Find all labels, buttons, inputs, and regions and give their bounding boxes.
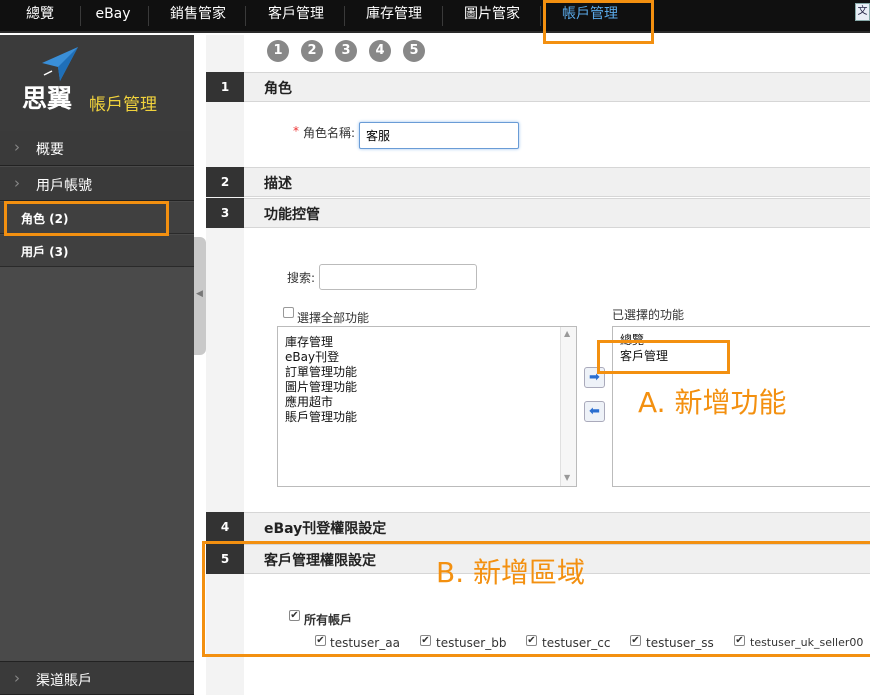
account-checkbox[interactable]: ✔ xyxy=(420,635,431,646)
sidebar-item-label: 渠道賬戶 xyxy=(36,673,92,689)
nav-separator xyxy=(80,6,81,26)
section-title: 描述 xyxy=(264,176,292,192)
all-accounts-label: 所有帳戶 xyxy=(304,613,353,627)
step-1[interactable]: 1 xyxy=(267,40,289,62)
list-item[interactable]: 賬戶管理功能 xyxy=(285,408,357,425)
sidebar-subitem-users[interactable]: 用戶 (3) xyxy=(0,235,194,267)
move-left-button[interactable]: ⬅ xyxy=(584,401,605,422)
step-4[interactable]: 4 xyxy=(369,40,391,62)
account-label: testuser_cc xyxy=(542,636,611,650)
sidebar-item-label: 概要 xyxy=(36,142,64,158)
section-description-header[interactable]: 2 描述 xyxy=(206,167,870,197)
role-name-label: 角色名稱: xyxy=(303,126,356,140)
search-label: 搜索: xyxy=(287,271,316,285)
annotation-b: B. 新增區域 xyxy=(436,556,586,589)
nav-customer-management[interactable]: 客戶管理 xyxy=(256,0,336,31)
logo-name: 思翼 xyxy=(22,84,73,113)
account-label: testuser_ss xyxy=(646,636,714,650)
translate-icon[interactable]: 文 xyxy=(855,3,870,21)
nav-separator xyxy=(540,6,541,26)
role-name-input[interactable] xyxy=(359,122,519,149)
list-scrollbar[interactable]: ▲ ▼ xyxy=(560,327,576,486)
section-title: 客戶管理權限設定 xyxy=(264,553,376,569)
logo-title: 帳戶管理 xyxy=(89,95,157,115)
section-ebay-permission-header[interactable]: 4 eBay刊登權限設定 xyxy=(206,512,870,542)
list-item[interactable]: 客戶管理 xyxy=(620,347,668,364)
chevron-right-icon: › xyxy=(14,669,20,687)
nav-inventory-management[interactable]: 庫存管理 xyxy=(354,0,434,31)
sidebar-subitem-label: 角色 (2) xyxy=(21,212,69,226)
sidebar-item-overview[interactable]: › 概要 xyxy=(0,131,194,166)
account-checkbox[interactable]: ✔ xyxy=(526,635,537,646)
section-number: 1 xyxy=(206,72,244,102)
collapse-left-icon: ◀ xyxy=(196,289,203,299)
account-label: testuser_aa xyxy=(330,636,400,650)
nav-separator xyxy=(148,6,149,26)
sidebar-item-channel-accounts[interactable]: › 渠道賬戶 xyxy=(0,661,194,695)
logo-area: 思翼 帳戶管理 xyxy=(0,35,194,131)
account-checkbox[interactable]: ✔ xyxy=(734,635,745,646)
search-input[interactable] xyxy=(319,264,477,290)
nav-sales-manager[interactable]: 銷售管家 xyxy=(158,0,238,31)
nav-image-manager[interactable]: 圖片管家 xyxy=(452,0,532,31)
section-title: 功能控管 xyxy=(264,207,320,223)
step-2[interactable]: 2 xyxy=(301,40,323,62)
sidebar-item-user-accounts[interactable]: › 用戶帳號 xyxy=(0,167,194,201)
sidebar-subitem-roles[interactable]: 角色 (2) xyxy=(0,202,194,234)
nav-separator xyxy=(245,6,246,26)
annotation-a: A. 新增功能 xyxy=(638,386,787,419)
arrow-left-icon: ⬅ xyxy=(589,404,600,419)
nav-separator xyxy=(344,6,345,26)
section-number: 2 xyxy=(206,167,244,197)
list-item[interactable]: 總覽 xyxy=(620,331,644,348)
scroll-down-icon[interactable]: ▼ xyxy=(564,473,570,482)
section-title: 角色 xyxy=(264,81,292,97)
nav-separator xyxy=(442,6,443,26)
account-label: testuser_bb xyxy=(436,636,507,650)
nav-account-management[interactable]: 帳戶管理 xyxy=(550,0,630,31)
section-title: eBay刊登權限設定 xyxy=(264,521,387,537)
section-role-header: 1 角色 xyxy=(206,72,870,102)
sidebar-collapse-handle[interactable]: ◀ xyxy=(194,237,206,355)
nav-ebay[interactable]: eBay xyxy=(86,0,140,31)
section-feature-control-header[interactable]: 3 功能控管 xyxy=(206,198,870,228)
select-all-checkbox[interactable] xyxy=(283,307,294,318)
nav-overview[interactable]: 總覽 xyxy=(8,0,72,31)
sidebar-subitem-label: 用戶 (3) xyxy=(21,245,69,259)
section-number: 4 xyxy=(206,512,244,542)
chevron-right-icon: › xyxy=(14,138,20,156)
select-all-label: 選擇全部功能 xyxy=(297,311,370,325)
account-checkbox[interactable]: ✔ xyxy=(315,635,326,646)
top-navigation: 總覽 eBay 銷售管家 客戶管理 庫存管理 圖片管家 帳戶管理 文 xyxy=(0,0,870,33)
sidebar-item-label: 用戶帳號 xyxy=(36,178,92,194)
section-gutter xyxy=(206,35,244,695)
available-features-list[interactable]: 庫存管理 eBay刊登 訂單管理功能 圖片管理功能 應用超市 賬戶管理功能 ▲ … xyxy=(277,326,577,487)
account-checkbox[interactable]: ✔ xyxy=(630,635,641,646)
required-mark: * xyxy=(293,124,299,138)
step-3[interactable]: 3 xyxy=(335,40,357,62)
selected-features-title: 已選擇的功能 xyxy=(612,308,685,322)
scroll-up-icon[interactable]: ▲ xyxy=(564,329,570,338)
account-label: testuser_uk_seller00 xyxy=(750,636,864,649)
chevron-right-icon: › xyxy=(14,174,20,192)
move-right-button[interactable]: ➡ xyxy=(584,367,605,388)
all-accounts-checkbox[interactable]: ✔ xyxy=(289,610,300,621)
section-number: 3 xyxy=(206,198,244,228)
sidebar: 思翼 帳戶管理 › 概要 › 用戶帳號 角色 (2) 用戶 (3) › 渠道賬戶 xyxy=(0,35,194,695)
section-number: 5 xyxy=(206,544,244,574)
step-5[interactable]: 5 xyxy=(403,40,425,62)
arrow-right-icon: ➡ xyxy=(589,370,600,385)
